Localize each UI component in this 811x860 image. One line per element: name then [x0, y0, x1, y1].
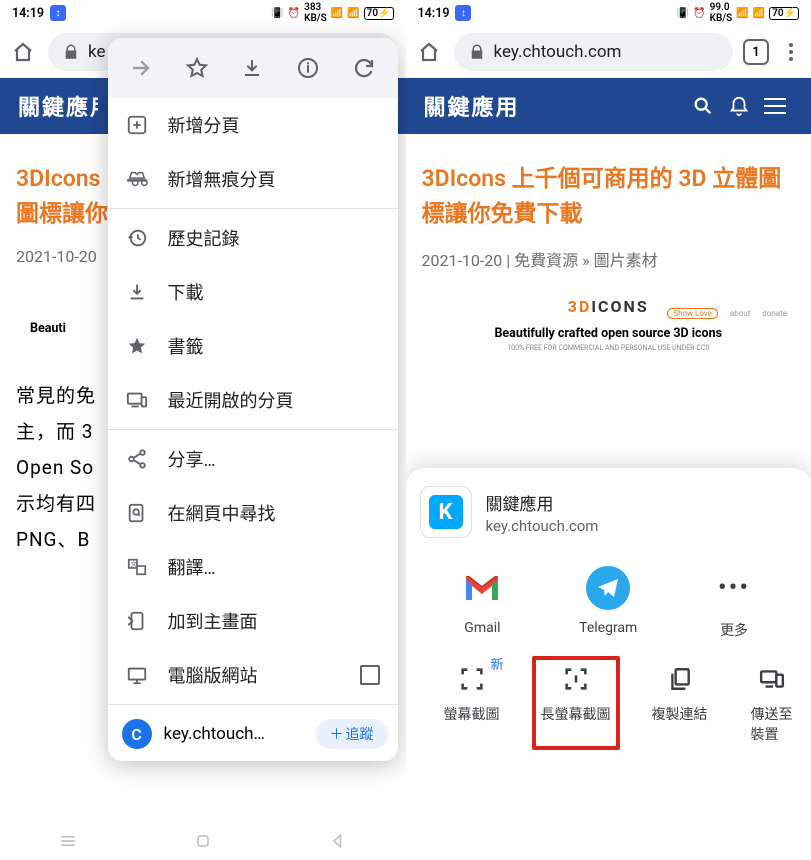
- devices-icon: [126, 389, 148, 411]
- status-bar: 14:19 ↕ 📳 ⏰ 383KB/S 📶 📶 70⚡: [0, 0, 406, 26]
- menu-desktop-site[interactable]: 電腦版網站: [108, 648, 398, 702]
- signal-icon: 📶: [753, 8, 765, 19]
- plus-box-icon: [126, 114, 148, 136]
- menu-follow-site[interactable]: C key.chtouch… ＋ 追蹤: [108, 707, 398, 761]
- sheet-title: 關鍵應用: [486, 490, 599, 515]
- url-text: ke: [88, 42, 105, 62]
- battery-icon: 70⚡: [769, 7, 799, 20]
- menu-translate[interactable]: 文翻譯…: [108, 540, 398, 594]
- article-meta: 2021-10-20 | 免費資源 » 圖片素材: [422, 247, 796, 271]
- menu-new-tab[interactable]: 新增分頁: [108, 98, 398, 152]
- article-title[interactable]: 3DIcons 上千個可商用的 3D 立體圖標讓你免費下載: [422, 162, 796, 231]
- chrome-menu: 新增分頁 新增無痕分頁 歷史記錄 下載 書籤 最近開啟的分頁 分享… 在網頁中尋…: [108, 38, 398, 761]
- nav-home[interactable]: [193, 831, 213, 851]
- telegram-icon: [586, 566, 630, 610]
- bell-icon[interactable]: [721, 95, 757, 117]
- action-send-to[interactable]: 傳送至裝置: [732, 664, 798, 744]
- lock-icon: [468, 43, 486, 61]
- desktop-icon: [126, 664, 148, 686]
- system-nav: [0, 822, 406, 860]
- find-icon: [126, 502, 148, 524]
- status-time: 14:19: [418, 6, 450, 21]
- copy-icon: [665, 664, 695, 694]
- action-screenshot[interactable]: 新 螢幕截圖: [420, 664, 524, 744]
- devices-icon: [757, 664, 787, 694]
- bookmark-button[interactable]: [169, 56, 225, 80]
- menu-icon[interactable]: [757, 98, 793, 114]
- translate-icon: 文: [126, 556, 148, 578]
- gmail-icon: [462, 572, 502, 604]
- wifi-icon: 📶: [736, 8, 748, 19]
- menu-history[interactable]: 歷史記錄: [108, 211, 398, 265]
- brand-title: 關鍵應用: [424, 90, 520, 122]
- share-more[interactable]: ••• 更多: [671, 566, 797, 640]
- desktop-checkbox[interactable]: [360, 665, 380, 685]
- share-sheet: K 關鍵應用 key.chtouch.com Gmail Telegram ••…: [406, 468, 811, 860]
- add-home-icon: [126, 610, 148, 632]
- nav-recent[interactable]: [58, 831, 78, 851]
- history-icon: [126, 227, 148, 249]
- url-bar[interactable]: key.chtouch.com: [454, 33, 734, 71]
- sheet-domain: key.chtouch.com: [486, 517, 599, 535]
- site-icon: K: [420, 486, 472, 538]
- action-long-screenshot[interactable]: 長螢幕截圖: [524, 664, 628, 744]
- follow-button[interactable]: ＋ 追蹤: [316, 719, 388, 749]
- download-icon: [126, 281, 148, 303]
- more-icon: •••: [712, 566, 756, 610]
- nav-back[interactable]: [328, 831, 348, 851]
- page-header: 關鍵應用: [406, 78, 811, 134]
- vibrate-icon: 📳: [271, 8, 283, 19]
- forward-button[interactable]: [114, 56, 170, 80]
- incognito-icon: [126, 168, 148, 190]
- phone-right: 14:19 ↕ 📳 ⏰ 99.0KB/S 📶 📶 70⚡ key.chtouch…: [406, 0, 811, 860]
- article: 3DIcons 上千個可商用的 3D 立體圖標讓你免費下載 2021-10-20…: [406, 134, 811, 364]
- status-time: 14:19: [12, 6, 44, 21]
- bluetooth-icon: ↕: [455, 5, 471, 21]
- menu-bookmarks[interactable]: 書籤: [108, 319, 398, 373]
- phone-left: 14:19 ↕ 📳 ⏰ 383KB/S 📶 📶 70⚡ ke 關鍵應用 3DIc…: [0, 0, 406, 860]
- menu-find[interactable]: 在網頁中尋找: [108, 486, 398, 540]
- more-button[interactable]: [779, 43, 803, 61]
- menu-recent-tabs[interactable]: 最近開啟的分頁: [108, 373, 398, 427]
- share-actions: 新 螢幕截圖 長螢幕截圖 複製連結 傳送至裝置: [420, 646, 798, 754]
- reload-button[interactable]: [336, 56, 392, 80]
- share-telegram[interactable]: Telegram: [545, 566, 671, 640]
- home-button[interactable]: [8, 37, 38, 67]
- wifi-icon: 📶: [331, 8, 343, 19]
- battery-icon: 70⚡: [364, 7, 394, 20]
- url-text: key.chtouch.com: [494, 42, 622, 62]
- share-icon: [126, 448, 148, 470]
- svg-text:文: 文: [130, 559, 137, 568]
- menu-add-home[interactable]: 加到主畫面: [108, 594, 398, 648]
- star-icon: [126, 335, 148, 357]
- share-gmail[interactable]: Gmail: [420, 566, 546, 640]
- lock-icon: [62, 43, 80, 61]
- menu-incognito[interactable]: 新增無痕分頁: [108, 152, 398, 206]
- brand-title: 關鍵應用: [18, 90, 98, 122]
- alarm-icon: ⏰: [288, 8, 300, 19]
- home-button[interactable]: [414, 37, 444, 67]
- banner: Show Love about donate 3DICONS Beautiful…: [430, 297, 788, 352]
- vibrate-icon: 📳: [677, 8, 689, 19]
- alarm-icon: ⏰: [693, 8, 705, 19]
- screenshot-icon: [457, 664, 487, 694]
- signal-icon: 📶: [347, 8, 359, 19]
- search-icon[interactable]: [685, 95, 721, 117]
- browser-toolbar: key.chtouch.com 1: [406, 26, 811, 78]
- info-button[interactable]: [280, 56, 336, 80]
- menu-downloads[interactable]: 下載: [108, 265, 398, 319]
- site-avatar: C: [122, 719, 152, 749]
- download-button[interactable]: [225, 56, 281, 80]
- share-targets: Gmail Telegram ••• 更多: [420, 552, 798, 646]
- status-bar: 14:19 ↕ 📳 ⏰ 99.0KB/S 📶 📶 70⚡: [406, 0, 811, 26]
- long-screenshot-icon: [561, 664, 591, 694]
- tabs-button[interactable]: 1: [743, 39, 769, 65]
- action-copy-link[interactable]: 複製連結: [628, 664, 732, 744]
- bluetooth-icon: ↕: [50, 5, 66, 21]
- menu-share[interactable]: 分享…: [108, 432, 398, 486]
- new-badge: 新: [490, 654, 503, 673]
